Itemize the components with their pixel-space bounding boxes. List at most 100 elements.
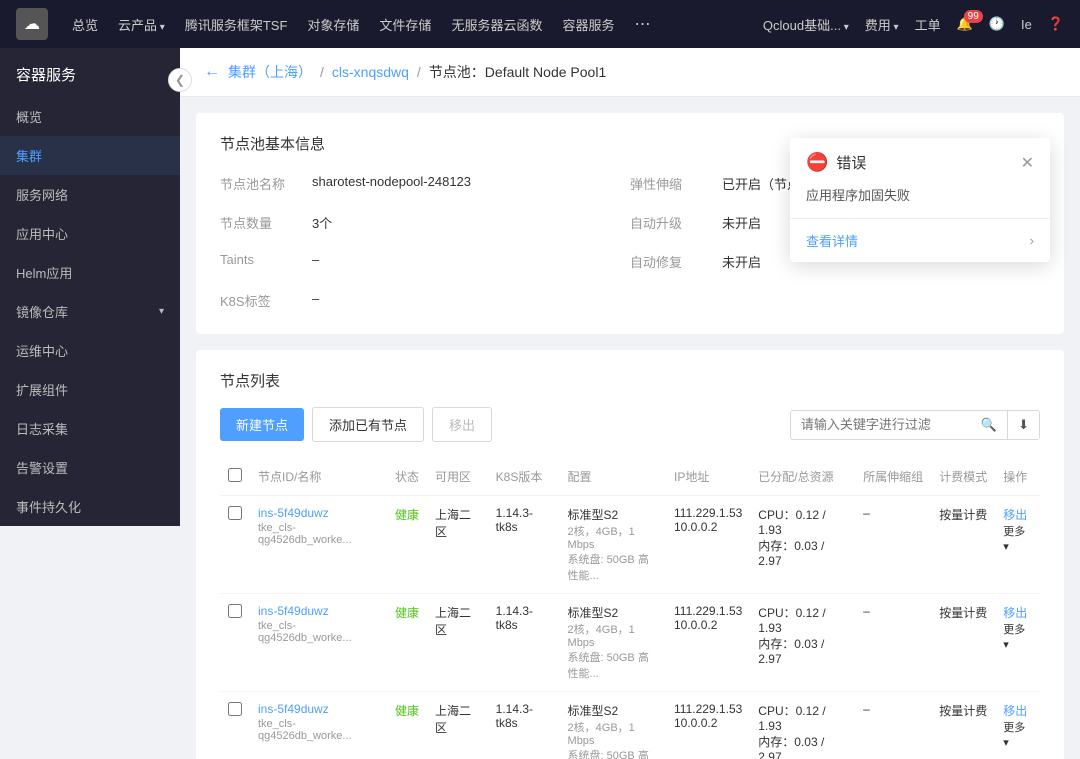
nav-more[interactable]: ⋯ bbox=[634, 14, 650, 34]
breadcrumb-pool-id[interactable]: cls-xnqsdwq bbox=[332, 64, 409, 80]
node-more-2[interactable]: 更多 ▾ bbox=[1003, 722, 1025, 749]
notification-bell[interactable]: 🔔 99 bbox=[957, 16, 973, 32]
new-node-button[interactable]: 新建节点 bbox=[220, 408, 304, 441]
node-status-0: 健康 bbox=[387, 496, 427, 594]
error-popup-header: ⛔ 错误 ✕ bbox=[790, 138, 1050, 181]
row-checkbox-0[interactable] bbox=[228, 506, 242, 520]
search-icon[interactable]: 🔍 bbox=[971, 411, 1007, 439]
breadcrumb-sep2: / bbox=[417, 64, 421, 80]
breadcrumb-sep1: / bbox=[320, 64, 324, 80]
sidebar-item-alerts[interactable]: 告警设置 bbox=[0, 448, 180, 487]
node-sub-2: tke_cls-qg4526db_worke... bbox=[258, 718, 379, 742]
row-checkbox-2[interactable] bbox=[228, 702, 242, 716]
col-header-ip: IP地址 bbox=[666, 458, 750, 496]
sidebar-label-logs: 日志采集 bbox=[16, 419, 68, 438]
sidebar-item-network[interactable]: 服务网络 bbox=[0, 175, 180, 214]
logo-icon[interactable]: ☁ bbox=[16, 8, 48, 40]
info-label-labels: K8S标签 bbox=[220, 291, 300, 310]
node-ip-2: 111.229.1.53 10.0.0.2 bbox=[666, 692, 750, 759]
info-value-name: sharotest-nodepool-248123 bbox=[312, 174, 471, 189]
node-id-1[interactable]: ins-5f49duwz bbox=[258, 604, 379, 618]
node-move-0[interactable]: 移出 bbox=[1003, 508, 1027, 522]
sidebar-item-helm[interactable]: Helm应用 bbox=[0, 253, 180, 292]
select-all-checkbox[interactable] bbox=[228, 468, 242, 482]
search-box: 🔍 ⬇ bbox=[790, 410, 1040, 440]
notification-badge: 99 bbox=[964, 10, 983, 23]
node-list-title: 节点列表 bbox=[220, 370, 1040, 391]
info-label-taints: Taints bbox=[220, 252, 300, 267]
sidebar-label-overview: 概览 bbox=[16, 107, 42, 126]
col-header-scalegroup: 所属伸缩组 bbox=[855, 458, 931, 496]
add-existing-node-button[interactable]: 添加已有节点 bbox=[312, 407, 424, 442]
sidebar-label-ops: 运维中心 bbox=[16, 341, 68, 360]
workorder-link[interactable]: 工单 bbox=[915, 15, 941, 34]
col-header-id: 节点ID/名称 bbox=[250, 458, 387, 496]
search-input[interactable] bbox=[791, 411, 971, 438]
sidebar-item-events[interactable]: 事件持久化 bbox=[0, 487, 180, 526]
move-out-button[interactable]: 移出 bbox=[432, 407, 492, 442]
sidebar-collapse-button[interactable]: ❮ bbox=[168, 68, 192, 92]
help-icon[interactable]: ❓ bbox=[1048, 16, 1064, 32]
error-detail-link[interactable]: 查看详情 › bbox=[790, 218, 1050, 262]
col-header-billing: 计费模式 bbox=[931, 458, 995, 496]
node-resources-2: CPU：0.12 / 1.93 内存：0.03 / 2.97 bbox=[750, 692, 855, 759]
nav-cos[interactable]: 对象存储 bbox=[307, 15, 359, 34]
node-k8s-2: 1.14.3-tk8s bbox=[488, 692, 560, 759]
node-config-0: 标准型S2 2核，4GB，1 Mbps 系统盘: 50GB 高性能... bbox=[560, 496, 666, 594]
nav-tke[interactable]: 容器服务 bbox=[562, 15, 614, 34]
error-close-button[interactable]: ✕ bbox=[1021, 153, 1034, 173]
cost-menu[interactable]: 费用 bbox=[865, 15, 899, 34]
node-move-2[interactable]: 移出 bbox=[1003, 704, 1027, 718]
node-more-0[interactable]: 更多 ▾ bbox=[1003, 526, 1025, 553]
sidebar-item-overview[interactable]: 概览 bbox=[0, 97, 180, 136]
node-resources-0: CPU：0.12 / 1.93 内存：0.03 / 2.97 bbox=[750, 496, 855, 594]
info-name-row: 节点池名称 sharotest-nodepool-248123 bbox=[220, 170, 630, 197]
node-id-2[interactable]: ins-5f49duwz bbox=[258, 702, 379, 716]
sidebar-item-logs[interactable]: 日志采集 bbox=[0, 409, 180, 448]
sidebar-label-events: 事件持久化 bbox=[16, 497, 81, 516]
node-zone-2: 上海二区 bbox=[427, 692, 488, 759]
sidebar-item-ops[interactable]: 运维中心 bbox=[0, 331, 180, 370]
node-more-1[interactable]: 更多 ▾ bbox=[1003, 624, 1025, 651]
breadcrumb-cluster[interactable]: 集群（上海） bbox=[228, 62, 312, 82]
account-selector[interactable]: Qcloud基础... bbox=[763, 15, 849, 34]
node-k8s-1: 1.14.3-tk8s bbox=[488, 594, 560, 692]
sidebar-title: 容器服务 bbox=[0, 48, 180, 97]
breadcrumb-current: 节点池：Default Node Pool1 bbox=[429, 62, 606, 82]
node-zone-0: 上海二区 bbox=[427, 496, 488, 594]
nav-overview[interactable]: 总览 bbox=[72, 15, 98, 34]
sidebar-item-registry[interactable]: 镜像仓库 ▾ bbox=[0, 292, 180, 331]
sidebar: 容器服务 概览 集群 服务网络 应用中心 Helm应用 镜像仓库 ▾ 运维中心 bbox=[0, 48, 180, 526]
sidebar-item-appcenter[interactable]: 应用中心 bbox=[0, 214, 180, 253]
node-actions-2: 移出 更多 ▾ bbox=[995, 692, 1040, 759]
sidebar-item-cluster[interactable]: 集群 bbox=[0, 136, 180, 175]
info-label-autoupgrade: 自动升级 bbox=[630, 213, 710, 232]
error-popup-title: 错误 bbox=[836, 152, 866, 173]
sidebar-label-extensions: 扩展组件 bbox=[16, 380, 68, 399]
download-icon[interactable]: ⬇ bbox=[1007, 411, 1039, 439]
node-scalegroup-1: – bbox=[855, 594, 931, 692]
nav-tsf[interactable]: 腾讯服务框架TSF bbox=[185, 15, 288, 34]
node-config-2: 标准型S2 2核，4GB，1 Mbps 系统盘: 50GB 高性能... bbox=[560, 692, 666, 759]
nav-products[interactable]: 云产品 bbox=[118, 15, 165, 34]
node-ip-0: 111.229.1.53 10.0.0.2 bbox=[666, 496, 750, 594]
node-move-1[interactable]: 移出 bbox=[1003, 606, 1027, 620]
sidebar-item-extensions[interactable]: 扩展组件 bbox=[0, 370, 180, 409]
node-billing-2: 按量计费 bbox=[931, 692, 995, 759]
error-popup: ⛔ 错误 ✕ 应用程序加固失败 查看详情 › bbox=[790, 138, 1050, 262]
node-scalegroup-0: – bbox=[855, 496, 931, 594]
back-button[interactable]: ← bbox=[204, 63, 220, 81]
sidebar-label-cluster: 集群 bbox=[16, 146, 42, 165]
content-area: ← 集群（上海） / cls-xnqsdwq / 节点池：Default Nod… bbox=[180, 48, 1080, 759]
node-list-section: 节点列表 新建节点 添加已有节点 移出 🔍 ⬇ 节点ID/名称 状态 bbox=[196, 350, 1064, 759]
user-avatar[interactable]: Ie bbox=[1021, 17, 1032, 32]
table-row: ins-5f49duwz tke_cls-qg4526db_worke... 健… bbox=[220, 594, 1040, 692]
node-id-0[interactable]: ins-5f49duwz bbox=[258, 506, 379, 520]
info-label-count: 节点数量 bbox=[220, 213, 300, 232]
row-checkbox-1[interactable] bbox=[228, 604, 242, 618]
clock-icon[interactable]: 🕐 bbox=[989, 16, 1005, 32]
node-k8s-0: 1.14.3-tk8s bbox=[488, 496, 560, 594]
nav-scf[interactable]: 无服务器云函数 bbox=[451, 15, 542, 34]
nav-cfs[interactable]: 文件存储 bbox=[379, 15, 431, 34]
sidebar-label-network: 服务网络 bbox=[16, 185, 68, 204]
